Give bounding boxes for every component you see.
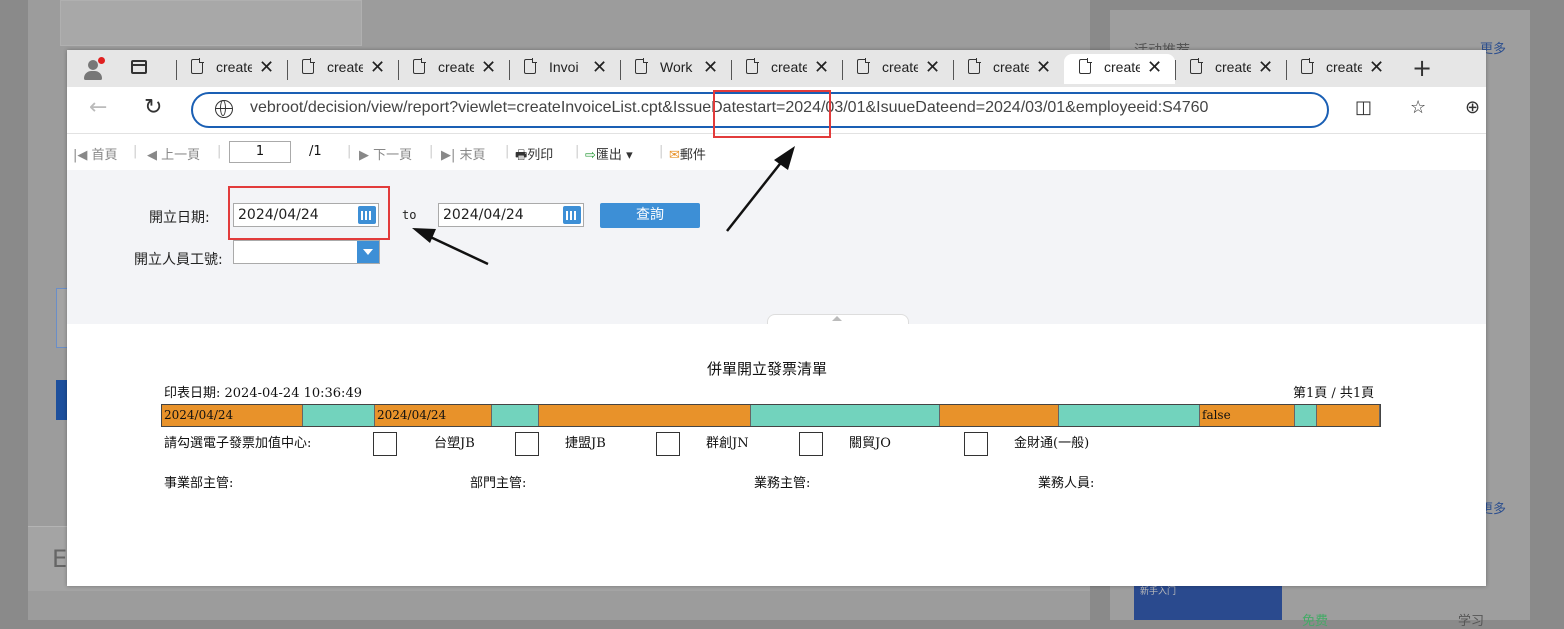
- annotation-arrows: [412, 146, 795, 266]
- arrow-line-up: [726, 154, 788, 232]
- arrow-head-left: [412, 228, 436, 243]
- arrow-line-left: [423, 232, 489, 266]
